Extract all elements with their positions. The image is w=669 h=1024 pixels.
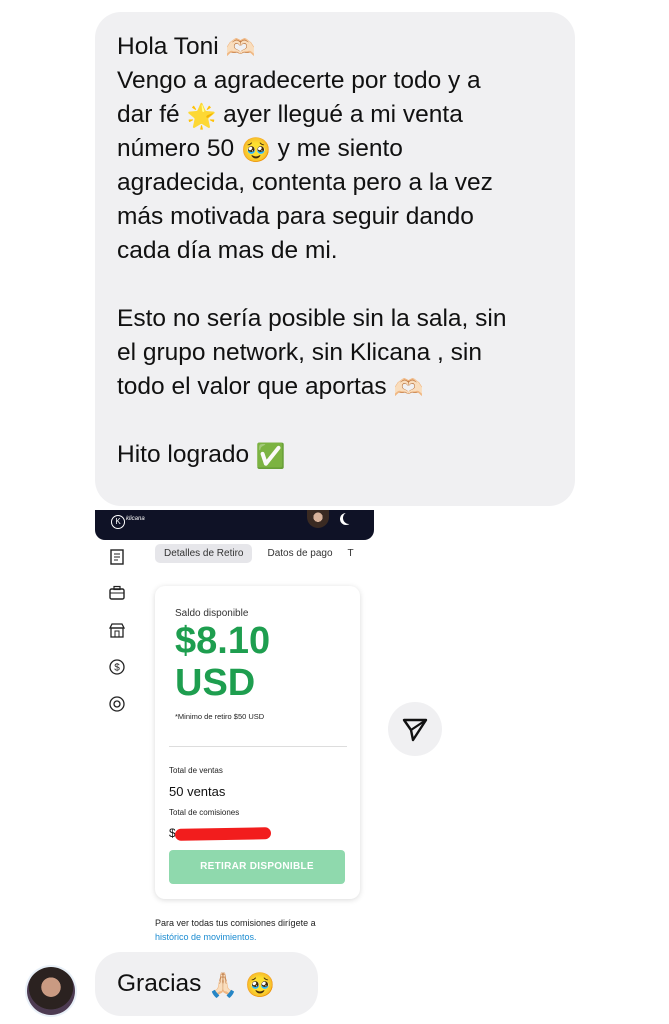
store-icon [108,621,126,639]
reply-text: Gracias [117,970,202,997]
pleading-face-emoji: 🥹 [244,972,275,999]
message-line: agradecida, contenta pero a la vez [117,169,493,196]
check-mark-emoji: ✅ [255,443,286,470]
star-emoji: 🌟 [186,103,217,130]
divider [169,746,347,747]
message-line: Hito logrado ✅ [117,441,286,470]
paper-plane-icon [402,718,428,742]
profile-avatar [307,510,329,528]
tab-bar: Detalles de Retiro Datos de pago T [155,543,354,563]
heart-hands-emoji: 🫶🏻 [393,375,424,402]
withdraw-button[interactable]: RETIRAR DISPONIBLE [169,850,345,884]
tab-truncated[interactable]: T [348,548,354,559]
lifebuoy-icon [108,695,126,713]
message-line: cada día mas de mi. [117,237,338,264]
shared-screenshot-image[interactable]: K klicana $ Detalles de Retiro Datos de … [95,510,374,944]
tab-datos-de-pago[interactable]: Datos de pago [258,544,341,563]
briefcase-icon [108,584,126,602]
message-line: todo el valor que aportas 🫶🏻 [117,373,424,402]
reply-bubble[interactable]: Gracias 🙏🏻 🥹 [95,952,318,1016]
document-icon [108,548,126,566]
message-line: Vengo a agradecerte por todo y a [117,67,481,94]
message-line: dar fé 🌟 ayer llegué a mi venta [117,101,463,130]
message-bubble[interactable]: Hola Toni 🫶🏻 Vengo a agradecerte por tod… [95,12,575,506]
footer-text: Para ver todas tus comisiones dirígete a [155,918,316,928]
message-line: el grupo network, sin Klicana , sin [117,339,482,366]
pleading-face-emoji: 🥹 [240,137,271,164]
balance-card: Saldo disponible $8.10 USD *Minimo de re… [155,586,360,899]
message-line: Hola Toni 🫶🏻 [117,33,256,62]
message-line: más motivada para seguir dando [117,203,474,230]
total-comisiones-label: Total de comisiones [169,808,240,817]
message-line: número 50 🥹 y me siento [117,135,403,164]
sender-avatar[interactable] [27,967,75,1015]
app-header: K klicana [95,510,374,540]
logo-text: klicana [126,516,145,522]
total-ventas-value: 50 ventas [169,784,226,799]
moon-icon [343,512,355,524]
total-ventas-label: Total de ventas [169,766,223,775]
tab-detalles-de-retiro[interactable]: Detalles de Retiro [155,543,253,563]
message-line: Esto no sería posible sin la sala, sin [117,305,507,332]
dollar-icon: $ [108,658,126,676]
klicana-logo: K [111,515,125,529]
redaction-scribble [174,827,272,841]
balance-amount: $8.10 USD [175,620,271,704]
share-button[interactable] [388,702,442,756]
history-link[interactable]: histórico de movimientos. [155,932,257,942]
heart-hands-emoji: 🫶🏻 [225,35,256,62]
folded-hands-emoji: 🙏🏻 [208,972,239,999]
minimum-note: *Minimo de retiro $50 USD [175,712,265,721]
svg-text:$: $ [114,663,120,674]
saldo-label: Saldo disponible [175,608,249,619]
